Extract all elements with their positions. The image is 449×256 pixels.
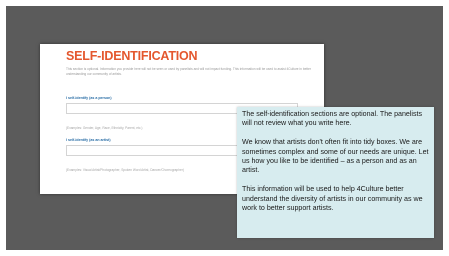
person-identity-label: I self-identify (as a person) xyxy=(66,96,112,100)
slide-background: SELF-IDENTIFICATION This section is opti… xyxy=(6,6,443,250)
form-title: SELF-IDENTIFICATION xyxy=(66,49,198,63)
explanation-callout: The self-identification sections are opt… xyxy=(237,107,434,238)
callout-paragraph-optional: The self-identification sections are opt… xyxy=(242,110,423,128)
callout-paragraph-identity: We know that artists don't often fit int… xyxy=(242,138,429,175)
artist-identity-examples: (Examples: Visual Artist/Photographer, S… xyxy=(66,168,184,172)
artist-identity-label: I self-identify (as an artist) xyxy=(66,138,111,142)
callout-paragraph-purpose: This information will be used to help 4C… xyxy=(242,185,423,213)
form-intro-text: This section is optional. Information yo… xyxy=(66,67,311,76)
person-identity-examples: (Examples: Gender, Age, Race, Ethnicity,… xyxy=(66,126,143,130)
